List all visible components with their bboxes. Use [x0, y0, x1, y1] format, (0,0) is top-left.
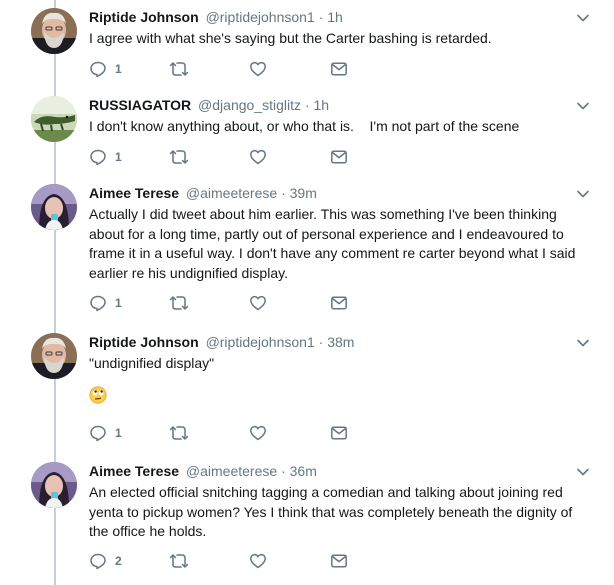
avatar[interactable]: [31, 184, 77, 230]
envelope-icon: [331, 554, 347, 568]
reply-icon: [90, 553, 106, 570]
heart-icon: [250, 295, 266, 311]
reply-count: 2: [115, 554, 122, 568]
tweet-content: Riptide Johnson @riptidejohnson1 · 1h I …: [89, 8, 589, 49]
message-button[interactable]: [330, 550, 348, 572]
tweet-timestamp[interactable]: 36m: [290, 463, 317, 479]
bearded-man-avatar-icon: [31, 333, 77, 379]
author-name[interactable]: Riptide Johnson: [89, 9, 199, 25]
woman-avatar-icon: [31, 462, 77, 508]
tweet-text: I agree with what she's saying but the C…: [89, 30, 492, 46]
retweet-button[interactable]: [169, 58, 189, 80]
reply-button[interactable]: 1: [89, 292, 122, 314]
rolling-eyes-emoji-icon: [89, 385, 107, 404]
heart-icon: [250, 553, 266, 569]
separator-dot: ·: [281, 185, 286, 201]
emoji: [89, 385, 107, 404]
chevron-down-icon[interactable]: [576, 336, 590, 350]
reply-count: 1: [115, 62, 122, 76]
separator-dot: ·: [281, 463, 286, 479]
like-button[interactable]: [249, 146, 267, 168]
author-handle[interactable]: @aimeeterese: [186, 185, 277, 201]
like-button[interactable]: [249, 292, 267, 314]
chevron-down-icon[interactable]: [576, 187, 590, 201]
reply-count: 1: [115, 296, 122, 310]
reply-icon: [90, 149, 106, 166]
message-button[interactable]: [330, 146, 348, 168]
tweet-timestamp[interactable]: 38m: [327, 334, 354, 350]
avatar[interactable]: [31, 462, 77, 508]
reply-button[interactable]: 1: [89, 58, 122, 80]
tweet-timestamp[interactable]: 1h: [327, 9, 343, 25]
separator-dot: ·: [318, 9, 324, 25]
author-name[interactable]: Aimee Terese: [89, 463, 179, 479]
like-button[interactable]: [249, 422, 267, 444]
heart-icon: [250, 425, 266, 441]
like-button[interactable]: [249, 550, 267, 572]
bearded-man-avatar-icon: [31, 8, 77, 54]
message-button[interactable]: [330, 58, 348, 80]
chevron-down-icon[interactable]: [576, 99, 590, 113]
alligator-avatar-icon: [31, 96, 77, 142]
message-button[interactable]: [330, 422, 348, 444]
separator-dot: ·: [318, 334, 324, 350]
retweet-button[interactable]: [169, 550, 189, 572]
reply-icon: [90, 425, 106, 442]
message-button[interactable]: [330, 292, 348, 314]
tweet-timestamp[interactable]: 1h: [313, 97, 329, 113]
tweet-header: Aimee Terese @aimeeterese · 39m: [89, 184, 589, 202]
chevron-down-icon[interactable]: [576, 11, 590, 25]
reply-button[interactable]: 2: [89, 550, 122, 572]
chevron-down-icon[interactable]: [576, 465, 590, 479]
tweet-content: Aimee Terese @aimeeterese · 39m Actually…: [89, 184, 589, 283]
author-name[interactable]: RUSSIAGATOR: [89, 97, 191, 113]
retweet-button[interactable]: [169, 422, 189, 444]
heart-icon: [250, 149, 266, 165]
avatar[interactable]: [31, 333, 77, 379]
author-name[interactable]: Riptide Johnson: [89, 334, 199, 350]
retweet-button[interactable]: [169, 146, 189, 168]
tweet-timestamp[interactable]: 39m: [290, 185, 317, 201]
reply-count: 1: [115, 150, 122, 164]
reply-icon: [90, 61, 106, 78]
tweet-header: RUSSIAGATOR @django_stiglitz · 1h: [89, 96, 589, 114]
retweet-icon: [169, 554, 189, 568]
tweet-header: Riptide Johnson @riptidejohnson1 · 1h: [89, 8, 589, 26]
reply-icon: [90, 295, 106, 312]
envelope-icon: [331, 296, 347, 310]
conversation-thread: Riptide Johnson @riptidejohnson1 · 1h I …: [0, 0, 614, 585]
tweet-header: Aimee Terese @aimeeterese · 36m: [89, 462, 589, 480]
retweet-icon: [169, 426, 189, 440]
woman-avatar-icon: [31, 184, 77, 230]
retweet-icon: [169, 62, 189, 76]
tweet-text: An elected official snitching tagging a …: [89, 484, 577, 539]
tweet-content: Riptide Johnson @riptidejohnson1 · 38m "…: [89, 333, 589, 404]
like-button[interactable]: [249, 58, 267, 80]
author-handle[interactable]: @riptidejohnson1: [206, 334, 315, 350]
reply-button[interactable]: 1: [89, 422, 122, 444]
heart-icon: [250, 61, 266, 77]
tweet-content: RUSSIAGATOR @django_stiglitz · 1h I don'…: [89, 96, 589, 137]
author-handle[interactable]: @riptidejohnson1: [206, 9, 315, 25]
tweet-content: Aimee Terese @aimeeterese · 36m An elect…: [89, 462, 589, 542]
retweet-icon: [169, 150, 189, 164]
author-handle[interactable]: @django_stiglitz: [198, 97, 301, 113]
tweet-text: Actually I did tweet about him earlier. …: [89, 206, 580, 281]
tweet-text: I don't know anything about, or who that…: [89, 118, 520, 134]
avatar[interactable]: [31, 8, 77, 54]
envelope-icon: [331, 150, 347, 164]
author-name[interactable]: Aimee Terese: [89, 185, 179, 201]
envelope-icon: [331, 62, 347, 76]
retweet-icon: [169, 296, 189, 310]
tweet-header: Riptide Johnson @riptidejohnson1 · 38m: [89, 333, 589, 351]
reply-button[interactable]: 1: [89, 146, 122, 168]
author-handle[interactable]: @aimeeterese: [186, 463, 277, 479]
envelope-icon: [331, 426, 347, 440]
retweet-button[interactable]: [169, 292, 189, 314]
reply-count: 1: [115, 426, 122, 440]
avatar[interactable]: [31, 96, 77, 142]
tweet-text: "undignified display": [89, 355, 215, 371]
separator-dot: ·: [304, 97, 310, 113]
